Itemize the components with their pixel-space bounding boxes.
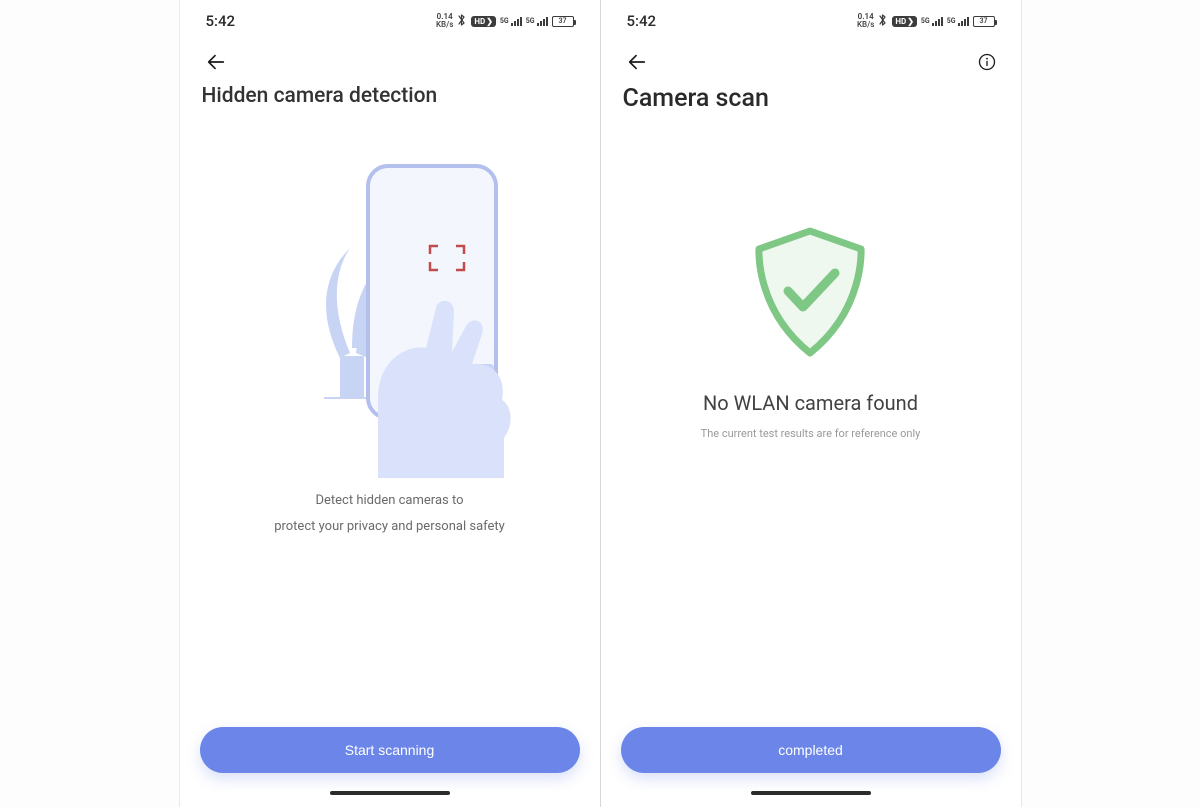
status-bar: 5:42 0.14KB/s HD❯ 5G 5G 37 bbox=[200, 4, 580, 38]
description-line-2: protect your privacy and personal safety bbox=[274, 514, 505, 540]
description-line-1: Detect hidden cameras to bbox=[274, 488, 505, 514]
back-button[interactable] bbox=[621, 46, 653, 78]
battery-icon: 37 bbox=[552, 16, 574, 27]
signal-icon-1: 5G bbox=[921, 17, 943, 26]
nav-bar bbox=[621, 42, 1001, 82]
status-indicators: 0.14KB/s HD❯ 5G 5G 37 bbox=[857, 13, 995, 30]
detection-illustration: 02:36 bbox=[260, 148, 520, 478]
result-title: No WLAN camera found bbox=[703, 391, 918, 415]
battery-icon: 37 bbox=[973, 16, 995, 27]
hd-badge: HD❯ bbox=[471, 16, 496, 27]
status-indicators: 0.14KB/s HD❯ 5G 5G 37 bbox=[436, 13, 574, 30]
info-button[interactable] bbox=[973, 48, 1001, 76]
description: Detect hidden cameras to protect your pr… bbox=[274, 488, 505, 540]
signal-icon-2: 5G bbox=[526, 17, 548, 26]
back-button[interactable] bbox=[200, 46, 232, 78]
shield-check-icon bbox=[745, 223, 875, 367]
start-scanning-button[interactable]: Start scanning bbox=[200, 727, 580, 773]
bluetooth-icon bbox=[457, 13, 467, 30]
result-subtitle: The current test results are for referen… bbox=[701, 427, 921, 440]
bluetooth-icon bbox=[878, 13, 888, 30]
status-time: 5:42 bbox=[627, 12, 657, 30]
status-bar: 5:42 0.14KB/s HD❯ 5G 5G 37 bbox=[621, 4, 1001, 38]
page-title: Camera scan bbox=[623, 84, 1001, 113]
signal-icon-1: 5G bbox=[500, 17, 522, 26]
hd-badge: HD❯ bbox=[892, 16, 917, 27]
page-title: Hidden camera detection bbox=[202, 84, 580, 108]
home-indicator[interactable] bbox=[330, 791, 450, 795]
home-indicator[interactable] bbox=[751, 791, 871, 795]
status-time: 5:42 bbox=[206, 12, 236, 30]
completed-button[interactable]: completed bbox=[621, 727, 1001, 773]
signal-icon-2: 5G bbox=[947, 17, 969, 26]
screen-camera-scan: 5:42 0.14KB/s HD❯ 5G 5G 37 bbox=[601, 0, 1021, 807]
screen-hidden-camera-detection: 5:42 0.14KB/s HD❯ 5G 5G 37 bbox=[180, 0, 600, 807]
network-speed: 0.14KB/s bbox=[436, 13, 453, 29]
nav-bar bbox=[200, 42, 580, 82]
network-speed: 0.14KB/s bbox=[857, 13, 874, 29]
